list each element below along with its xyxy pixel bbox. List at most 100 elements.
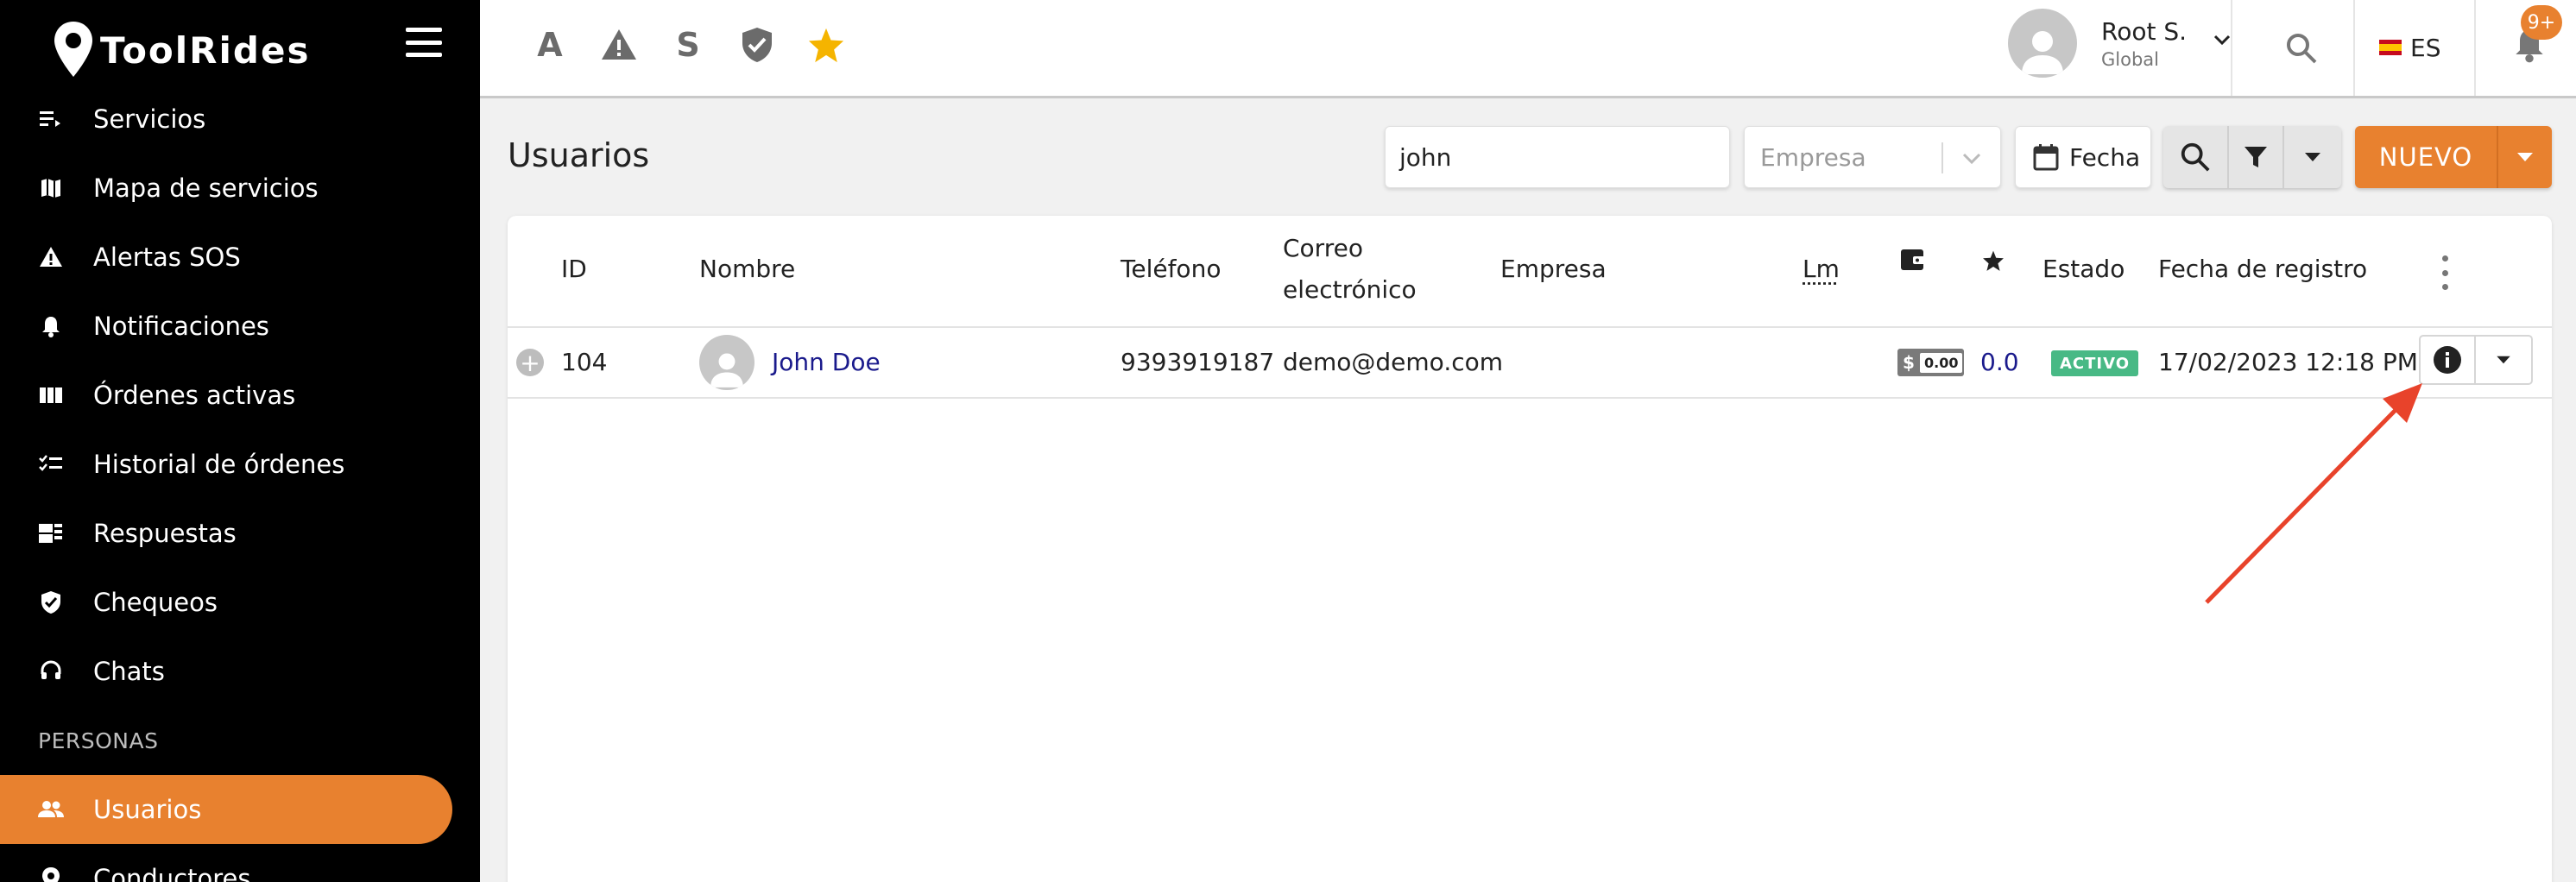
bell-icon [38, 313, 64, 339]
warning-icon [38, 244, 64, 270]
quick-star-button[interactable] [805, 19, 848, 71]
sidebar-item-label: Servicios [93, 104, 206, 134]
empresa-select[interactable]: Empresa [1744, 126, 2001, 188]
wallet-icon [1901, 249, 1925, 270]
column-header-lm[interactable]: Lm [1803, 249, 1840, 290]
user-menu[interactable]: Root S. Global [2008, 9, 2232, 78]
row-info-button[interactable] [2421, 337, 2476, 383]
pin-icon [38, 866, 64, 882]
sidebar-item-notificaciones[interactable]: Notificaciones [0, 292, 480, 361]
shield-check-icon [38, 589, 64, 615]
column-header-correo[interactable]: Correo electrónico [1283, 228, 1417, 311]
avatar [2008, 9, 2077, 78]
map-icon [38, 175, 64, 201]
filter-button[interactable] [2229, 126, 2284, 188]
sidebar: ToolRides Servicios Mapa de servicios Al… [0, 0, 480, 882]
search-filter-group [2163, 126, 2341, 188]
page-title: Usuarios [508, 136, 650, 174]
date-filter-button[interactable]: Fecha [2015, 126, 2151, 188]
column-header-wallet[interactable] [1899, 245, 1927, 287]
empresa-placeholder: Empresa [1760, 142, 1866, 172]
dollar-icon: $ [1903, 352, 1915, 373]
search-icon [2287, 34, 2317, 64]
new-user-button-group: NUEVO [2355, 126, 2552, 188]
cell-rating: 0.0 [1980, 348, 2019, 376]
pin-logo-icon [54, 22, 92, 77]
sidebar-item-respuestas[interactable]: Respuestas [0, 499, 480, 568]
caret-down-icon [2305, 153, 2320, 161]
brand-logo[interactable]: ToolRides [52, 16, 310, 85]
calendar-icon [2033, 144, 2059, 171]
date-filter-label: Fecha [2069, 142, 2141, 172]
search-button[interactable] [2163, 126, 2229, 188]
warning-icon [602, 29, 636, 60]
columns-menu-button[interactable] [2436, 255, 2453, 290]
expand-row-button[interactable]: + [516, 349, 544, 377]
filter-icon [2245, 147, 2267, 167]
sidebar-item-label: Chats [93, 657, 165, 686]
headset-icon [38, 658, 64, 684]
responses-icon [38, 520, 64, 546]
sidebar-item-chequeos[interactable]: Chequeos [0, 568, 480, 637]
cell-fecha-registro: 17/02/2023 12:18 PM [2158, 348, 2418, 376]
divider [1941, 142, 1943, 173]
user-role: Global [2101, 48, 2159, 70]
column-header-rating[interactable] [1982, 243, 2005, 285]
info-icon [2434, 346, 2461, 374]
people-icon [38, 797, 64, 822]
user-name: Root S. [2101, 16, 2188, 46]
column-header-estado[interactable]: Estado [2042, 249, 2125, 290]
row-dropdown-button[interactable] [2476, 337, 2531, 383]
star-icon [808, 28, 844, 63]
sidebar-item-label: Conductores [93, 864, 251, 882]
person-icon [710, 353, 743, 387]
sidebar-section-personas: PERSONAS [38, 728, 159, 753]
new-dropdown-button[interactable] [2498, 126, 2552, 188]
sidebar-item-usuarios[interactable]: Usuarios [0, 775, 452, 844]
sidebar-item-conductores[interactable]: Conductores [0, 844, 480, 882]
person-icon [2022, 31, 2063, 74]
wallet-amount: 0.00 [1920, 352, 1963, 373]
search-icon [2181, 142, 2210, 172]
column-header-fecha-registro[interactable]: Fecha de registro [2158, 249, 2367, 290]
sidebar-item-label: Chequeos [93, 588, 218, 617]
column-header-telefono[interactable]: Teléfono [1121, 249, 1221, 290]
search-input[interactable]: john [1385, 126, 1730, 188]
sidebar-item-mapa[interactable]: Mapa de servicios [0, 154, 480, 223]
language-selector[interactable]: ES [2379, 26, 2440, 69]
quick-a-button[interactable]: A [528, 19, 571, 71]
divider [2353, 0, 2355, 96]
quick-s-button[interactable]: S [666, 19, 710, 71]
global-search-button[interactable] [2276, 22, 2327, 74]
column-header-id[interactable]: ID [561, 249, 587, 290]
search-input-value: john [1399, 142, 1452, 172]
user-name-link[interactable]: John Doe [772, 345, 881, 380]
sidebar-item-ordenes-activas[interactable]: Órdenes activas [0, 361, 480, 430]
shield-check-icon [742, 28, 772, 62]
sidebar-item-historial[interactable]: Historial de órdenes [0, 430, 480, 499]
users-table: ID Nombre Teléfono Correo electrónico Em… [508, 216, 2552, 882]
quick-warning-button[interactable] [597, 19, 641, 71]
status-badge: ACTIVO [2051, 350, 2139, 376]
sidebar-item-chats[interactable]: Chats [0, 637, 480, 706]
sidebar-item-servicios[interactable]: Servicios [0, 85, 480, 154]
sidebar-item-label: Historial de órdenes [93, 450, 345, 479]
top-bar: A S Root S. Global ES 9+ [480, 0, 2576, 98]
sidebar-item-alertas[interactable]: Alertas SOS [0, 223, 480, 292]
filter-dropdown-button[interactable] [2284, 126, 2341, 188]
menu-toggle-button[interactable] [406, 28, 442, 57]
cell-telefono: 9393919187 [1121, 348, 1275, 376]
column-header-nombre[interactable]: Nombre [699, 249, 795, 290]
brand-name: ToolRides [100, 28, 311, 72]
quick-shield-button[interactable] [736, 19, 779, 71]
notifications-badge: 9+ [2521, 5, 2562, 40]
language-label: ES [2410, 33, 2441, 62]
sidebar-item-label: Alertas SOS [93, 243, 241, 272]
star-icon [1983, 250, 2004, 271]
chevron-down-icon [2213, 35, 2231, 46]
new-button[interactable]: NUEVO [2355, 126, 2498, 188]
sidebar-nav: Servicios Mapa de servicios Alertas SOS … [0, 85, 480, 882]
wallet-balance-badge: $ 0.00 [1897, 349, 1965, 376]
row-actions [2419, 335, 2533, 385]
column-header-empresa[interactable]: Empresa [1500, 249, 1607, 290]
